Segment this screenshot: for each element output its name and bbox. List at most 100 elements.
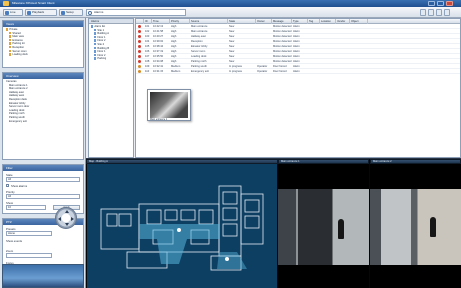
tree-item-label: Elevator lobby (9, 101, 26, 105)
preview-caption: Main entrance 1 (150, 118, 168, 121)
tree-item-label: Emergency exit (9, 119, 27, 123)
table-cell-type: Alarm (293, 70, 300, 73)
left-sidebar: Views Private Shared Main view Entrance Park… (0, 18, 86, 288)
show-events-label: Show events (6, 239, 23, 243)
view-selector[interactable]: Alarms (86, 9, 186, 16)
tree-item-label: Parking (97, 57, 107, 61)
settings-icon[interactable] (420, 9, 426, 16)
tree-item-label: Floor 1 (97, 50, 106, 54)
setup-button[interactable]: Setup (59, 9, 83, 16)
table-cell-owner: Operator (257, 70, 268, 73)
tree-item[interactable]: Emergency exit (6, 120, 83, 124)
alarm-status-icon (138, 60, 141, 63)
arrow-down-icon[interactable] (64, 223, 69, 226)
filter-panel-title: Filter (3, 165, 83, 171)
table-cell-source: Emergency exit (191, 70, 209, 73)
alarm-status-icon (138, 30, 141, 33)
video-area: Map - Building A Main entrance 1 Main en… (86, 158, 461, 288)
tree-item-label: Server room door (9, 105, 30, 109)
arrow-right-icon[interactable] (71, 216, 74, 221)
arrow-left-icon[interactable] (58, 216, 61, 221)
logout-icon[interactable] (436, 9, 442, 16)
tree-item-label: Parking lot (12, 42, 25, 46)
alarm-status-icon (138, 55, 141, 58)
fullscreen-icon[interactable] (444, 9, 450, 16)
tree-item-label: Entrance (12, 38, 23, 42)
tree-item-label: Parking north (9, 112, 25, 116)
close-icon[interactable] (446, 1, 453, 6)
camera-1-view[interactable] (278, 164, 369, 288)
tree-item-label: Main view (12, 35, 24, 39)
live-button[interactable]: Live (3, 9, 23, 16)
alarm-status-icon (138, 45, 141, 48)
play-icon (27, 11, 31, 15)
tree-item-label: Loading dock (12, 53, 28, 57)
title-bar: Milestone XProtect Smart Client (0, 0, 461, 7)
tree-item-label: Site 1 (97, 28, 105, 32)
help-icon[interactable] (428, 9, 434, 16)
alarm-status-icon (138, 50, 141, 53)
tree-item-label: Server room (12, 49, 27, 53)
tree-item-label: Hallway west (9, 94, 25, 98)
views-panel: Views Private Shared Main view Entrance Park… (2, 20, 84, 68)
tree-item-label: Floor 2 (97, 39, 106, 43)
tree-item-label: Floor 1 (97, 35, 106, 39)
table-cell-time: 10:31:15 (153, 70, 164, 73)
table-row[interactable]: 110 10:31:15 Medium Emergency exit In progre… (136, 69, 460, 74)
floor-plan-map[interactable] (87, 164, 277, 288)
tree-item-label: Parking south (9, 115, 25, 119)
show-alarms-label: Show alarms (11, 184, 28, 188)
person-figure (338, 219, 344, 239)
alarm-status-icon (138, 70, 141, 73)
person-figure (430, 217, 436, 237)
tree-item-label: Main entrance 2 (9, 87, 28, 91)
camera-icon (177, 228, 181, 232)
wrench-icon (61, 11, 65, 15)
camera-icon (225, 257, 229, 261)
playback-button[interactable]: Playback (25, 9, 57, 16)
arrow-up-icon[interactable] (64, 210, 69, 213)
tree-item[interactable]: Loading dock (6, 53, 83, 57)
tree-item-label: Main entrance 1 (9, 83, 28, 87)
priority-select[interactable]: All (6, 194, 80, 199)
preview-image (150, 92, 188, 118)
filter-panel: Filter State All Show alarms Priority Al… (2, 164, 84, 214)
tree-item-label: Cameras (6, 80, 17, 83)
tree-tab-label: Alarms (91, 20, 100, 23)
ptz-joystick[interactable] (55, 207, 77, 229)
tree-item-label: Floor 2 (97, 53, 106, 57)
show-alarms-checkbox[interactable] (6, 184, 9, 187)
tree-item-label: Loading dock (9, 108, 25, 112)
camera-1-feed (278, 189, 369, 265)
main-toolbar: Live Playback Setup Alarms (0, 7, 461, 18)
show-count-select[interactable]: 10 (6, 205, 46, 210)
table-cell-priority: Medium (171, 70, 181, 73)
table-cell-id: 110 (145, 70, 150, 73)
alarm-status-icon (138, 65, 141, 68)
window-title: Milestone XProtect Smart Client (12, 1, 55, 5)
alarm-preview-popup: Main entrance 1 (147, 89, 191, 121)
tree-tab[interactable]: Alarms (89, 19, 133, 24)
app-icon (3, 1, 9, 6)
alarm-status-icon (138, 25, 141, 28)
camera-coverage-zone (217, 252, 247, 269)
tree-item-label: Reception desk (9, 97, 27, 101)
tree-item-label: Building B (97, 46, 110, 50)
tree-item[interactable]: Parking (91, 57, 134, 61)
camera-thumbnail[interactable] (2, 264, 84, 288)
alarm-list: ID Time Priority Source State Owner Message Typ… (135, 18, 461, 158)
state-select[interactable]: All (6, 177, 80, 182)
live-label: Live (10, 10, 16, 14)
tree-item-label: Shared (12, 31, 21, 35)
playback-label: Playback (32, 10, 45, 14)
preset-select[interactable]: Home (6, 231, 52, 236)
table-cell-state: In progress (229, 70, 242, 73)
camera-2-view[interactable] (370, 164, 461, 288)
minimize-icon[interactable] (428, 1, 435, 6)
setup-label: Setup (66, 10, 74, 14)
alarm-status-icon (138, 40, 141, 43)
maximize-icon[interactable] (437, 1, 444, 6)
camera-2-feed (370, 189, 461, 265)
zoom-slider[interactable] (6, 253, 52, 258)
alarm-tree-pane: Alarms Alarm list Site 1 Building A Floor 1… (88, 18, 134, 158)
